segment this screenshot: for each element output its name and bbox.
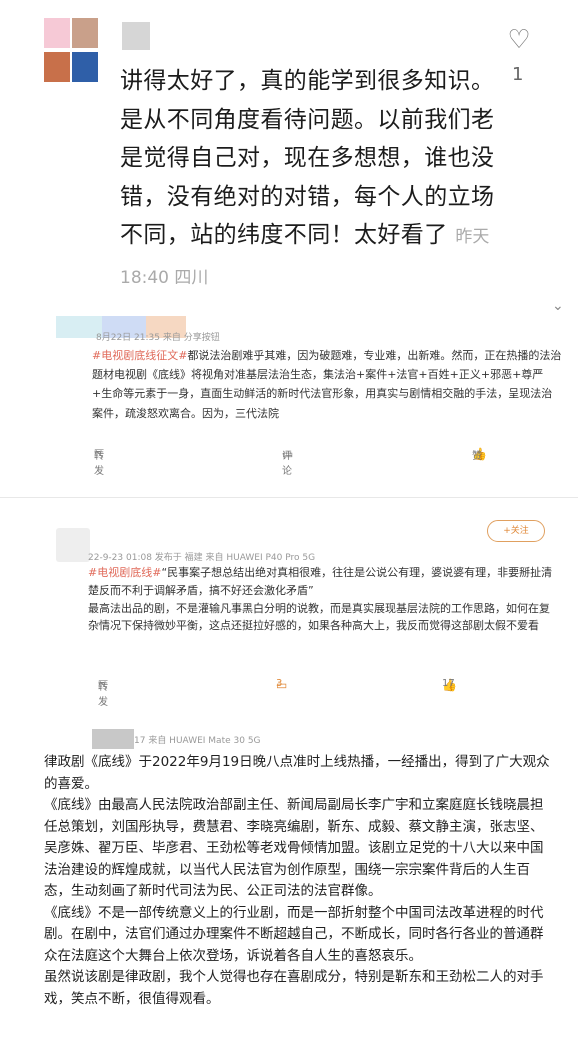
post-text: #电视剧底线#“民事案子想总结出绝对真相很难，往往是公说公有理，婆说婆有理，非要… <box>88 564 558 635</box>
like-count: 1 <box>512 64 524 85</box>
paragraph: 《底线》由最高人民法院政治部副主任、新闻局副局长李广宇和立案庭庭长钱晓晨担任总策… <box>44 797 544 899</box>
chevron-down-icon[interactable]: ⌄ <box>552 298 564 314</box>
comment-label: 评论 <box>282 451 292 477</box>
action-bar: ⇱ 转发 ▭ 3 👍 17 <box>96 678 566 708</box>
comment-text: 讲得太好了，真的能学到很多知识。是从不同角度看待问题。以前我们老是觉得自己对，现… <box>120 62 500 297</box>
hashtag[interactable]: #电视剧底线征文# <box>92 349 187 362</box>
comment-count: 3 <box>276 678 283 689</box>
username-blurred[interactable] <box>92 729 134 749</box>
post-meta: 8月22日 21:35 来自 分享按钮 <box>96 333 220 343</box>
heart-icon[interactable]: ♡ <box>506 27 532 53</box>
comment-body: 讲得太好了，真的能学到很多知识。是从不同角度看待问题。以前我们老是觉得自己对，现… <box>120 68 495 248</box>
like-label: 赞 <box>472 451 482 462</box>
post-meta: 22-9-23 01:08 发布于 福建 来自 HUAWEI P40 Pro 5… <box>88 553 316 563</box>
paragraph: 虽然说该剧是律政剧，我个人觉得也存在喜剧成分，特别是靳东和王劲松二人的对手戏，笑… <box>44 969 544 1007</box>
post-body: 最高法出品的剧，不是灌输凡事黑白分明的说教，而是真实展现基层法院的工作思路，如何… <box>88 601 550 633</box>
paragraph: 《底线》不是一部传统意义上的行业剧，而是一部折射整个中国司法改革进程的时代剧。在… <box>44 904 544 964</box>
username-blurred[interactable] <box>122 22 150 50</box>
avatar[interactable] <box>56 528 90 562</box>
post-meta: 17 来自 HUAWEI Mate 30 5G <box>134 736 261 746</box>
like-count: 17 <box>442 678 455 689</box>
action-bar: ⇱ 转发 ▭ 评论 👍 赞 <box>92 447 562 477</box>
divider <box>0 497 578 498</box>
avatar[interactable] <box>44 18 100 84</box>
forward-label: 转发 <box>98 682 108 708</box>
post-text: #电视剧底线征文#都说法治剧难乎其难，因为破题难，专业难，出新难。然而，正在热播… <box>92 346 562 423</box>
article-text: 律政剧《底线》于2022年9月19日晚八点准时上线热播，一经播出，得到了广大观众… <box>44 752 554 1010</box>
follow-button[interactable]: +关注 <box>487 520 545 542</box>
paragraph: 律政剧《底线》于2022年9月19日晚八点准时上线热播，一经播出，得到了广大观众… <box>44 754 550 792</box>
forward-label: 转发 <box>94 451 104 477</box>
comment-card-1: ♡ 1 讲得太好了，真的能学到很多知识。是从不同角度看待问题。以前我们老是觉得自… <box>0 0 578 292</box>
hashtag[interactable]: #电视剧底线# <box>88 566 161 579</box>
